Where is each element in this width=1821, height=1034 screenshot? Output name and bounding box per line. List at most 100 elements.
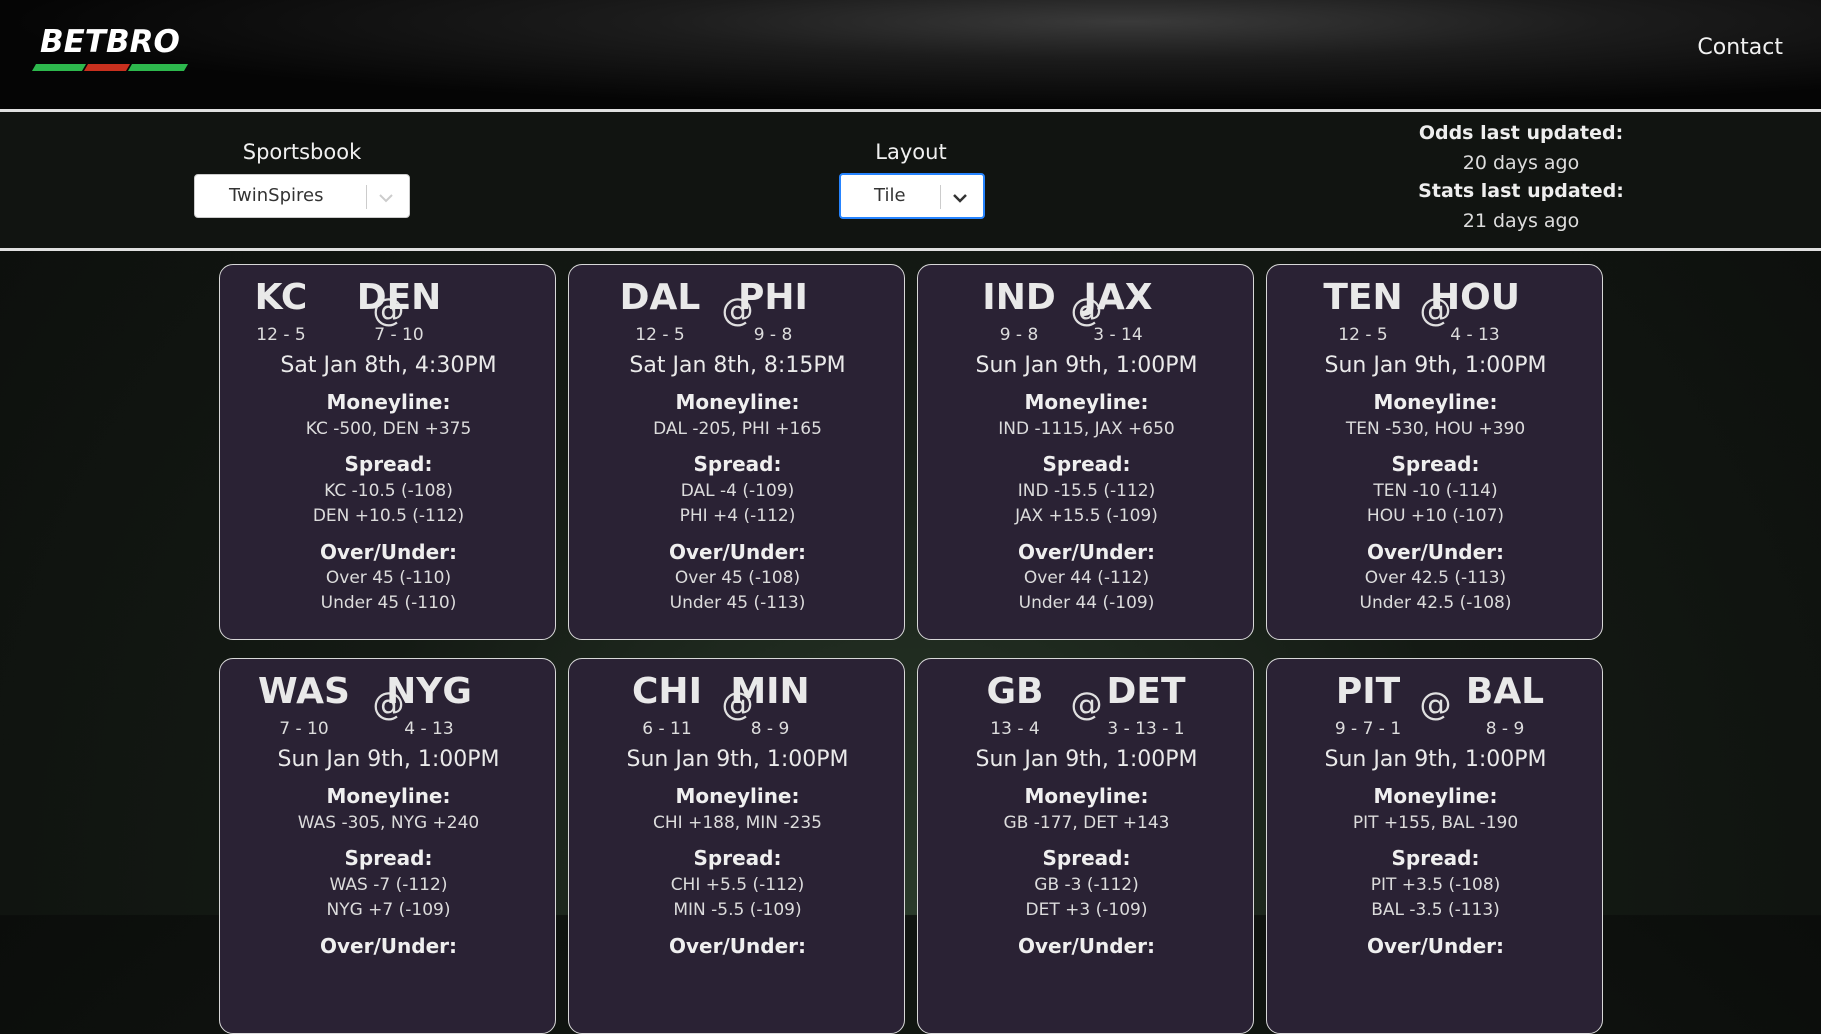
away-record: 13 - 4 — [990, 719, 1040, 739]
spread-away-value: PIT +3.5 (-108) — [1370, 875, 1501, 895]
moneyline-heading: Moneyline: — [1373, 390, 1498, 414]
contact-link[interactable]: Contact — [1697, 35, 1783, 60]
logo-stripe-green-2 — [127, 64, 189, 71]
home-record: 7 - 10 — [374, 325, 424, 345]
moneyline-heading: Moneyline: — [326, 390, 451, 414]
moneyline-value: TEN -530, HOU +390 — [1345, 419, 1526, 439]
game-datetime: Sat Jan 8th, 8:15PM — [629, 353, 846, 378]
top-header: BETBRO Contact — [0, 0, 1821, 109]
game-card[interactable]: TEN @ HOU 12 - 5 4 - 13 Sun Jan 9th, 1:0… — [1266, 264, 1603, 640]
home-record: 9 - 8 — [753, 325, 793, 345]
sportsbook-select[interactable]: TwinSpires — [194, 174, 410, 218]
game-card[interactable]: KC @ DEN 12 - 5 7 - 10 Sat Jan 8th, 4:30… — [219, 264, 556, 640]
over-under-heading: Over/Under: — [1018, 540, 1155, 564]
moneyline-heading: Moneyline: — [1024, 390, 1149, 414]
away-record: 6 - 11 — [642, 719, 692, 739]
sportsbook-select-separator — [366, 185, 367, 209]
odds-updated-label: Odds last updated: — [1418, 122, 1624, 144]
game-datetime: Sun Jan 9th, 1:00PM — [1324, 353, 1547, 378]
chevron-down-icon[interactable] — [950, 185, 970, 209]
sportsbook-select-value: TwinSpires — [229, 185, 324, 206]
moneyline-heading: Moneyline: — [1024, 784, 1149, 808]
away-record: 9 - 7 - 1 — [1334, 719, 1402, 739]
under-value: Under 44 (-109) — [1018, 593, 1155, 613]
layout-select-value: Tile — [874, 185, 906, 206]
moneyline-value: WAS -305, NYG +240 — [297, 813, 480, 833]
game-datetime: Sun Jan 9th, 1:00PM — [1324, 747, 1547, 772]
moneyline-value: IND -1115, JAX +650 — [998, 419, 1175, 439]
home-team: DEN — [356, 277, 442, 318]
under-value: Under 45 (-113) — [669, 593, 806, 613]
spread-heading: Spread: — [1391, 846, 1480, 870]
over-value: Over 45 (-110) — [325, 568, 452, 588]
game-card[interactable]: CHI @ MIN 6 - 11 8 - 9 Sun Jan 9th, 1:00… — [568, 658, 905, 1034]
moneyline-value: KC -500, DEN +375 — [305, 419, 472, 439]
over-value: Over 42.5 (-113) — [1364, 568, 1507, 588]
game-card[interactable]: DAL @ PHI 12 - 5 9 - 8 Sat Jan 8th, 8:15… — [568, 264, 905, 640]
spread-home-value: BAL -3.5 (-113) — [1371, 900, 1500, 920]
over-value: Over 45 (-108) — [674, 568, 801, 588]
spread-away-value: IND -15.5 (-112) — [1017, 481, 1156, 501]
home-record: 8 - 9 — [1485, 719, 1525, 739]
spread-heading: Spread: — [693, 846, 782, 870]
home-record: 8 - 9 — [750, 719, 790, 739]
home-team: DET — [1106, 671, 1186, 712]
under-value: Under 42.5 (-108) — [1359, 593, 1512, 613]
home-record: 4 - 13 — [404, 719, 454, 739]
home-team: JAX — [1083, 277, 1153, 318]
spread-home-value: JAX +15.5 (-109) — [1015, 506, 1158, 526]
spread-home-value: HOU +10 (-107) — [1366, 506, 1505, 526]
moneyline-heading: Moneyline: — [326, 784, 451, 808]
spread-home-value: DET +3 (-109) — [1025, 900, 1148, 920]
spread-heading: Spread: — [1042, 846, 1131, 870]
away-record: 12 - 5 — [1338, 325, 1388, 345]
spread-away-value: WAS -7 (-112) — [329, 875, 448, 895]
home-record: 3 - 13 - 1 — [1107, 719, 1185, 739]
spread-heading: Spread: — [1391, 452, 1480, 476]
spread-home-value: PHI +4 (-112) — [679, 506, 796, 526]
moneyline-heading: Moneyline: — [1373, 784, 1498, 808]
layout-label: Layout — [875, 140, 947, 164]
layout-select[interactable]: Tile — [839, 173, 985, 219]
chevron-down-icon[interactable] — [376, 185, 396, 209]
logo-stripe-green — [31, 64, 87, 71]
under-value: Under 45 (-110) — [320, 593, 457, 613]
spread-heading: Spread: — [344, 452, 433, 476]
home-team: HOU — [1430, 277, 1520, 318]
over-under-heading: Over/Under: — [1367, 540, 1504, 564]
game-card[interactable]: PIT @ BAL 9 - 7 - 1 8 - 9 Sun Jan 9th, 1… — [1266, 658, 1603, 1034]
stats-updated-value: 21 days ago — [1462, 210, 1580, 232]
home-team: PHI — [738, 277, 808, 318]
game-datetime: Sun Jan 9th, 1:00PM — [277, 747, 500, 772]
game-card[interactable]: IND @ JAX 9 - 8 3 - 14 Sun Jan 9th, 1:00… — [917, 264, 1254, 640]
controls-bar: Sportsbook TwinSpires Layout Tile Odds l… — [0, 112, 1821, 248]
moneyline-value: DAL -205, PHI +165 — [653, 419, 822, 439]
home-team: BAL — [1465, 671, 1545, 712]
home-team: NYG — [386, 671, 472, 712]
moneyline-value: PIT +155, BAL -190 — [1352, 813, 1519, 833]
spread-heading: Spread: — [693, 452, 782, 476]
away-record: 12 - 5 — [256, 325, 306, 345]
game-card[interactable]: GB @ DET 13 - 4 3 - 13 - 1 Sun Jan 9th, … — [917, 658, 1254, 1034]
home-team: MIN — [730, 671, 810, 712]
logo-stripe-red — [83, 64, 131, 71]
spread-away-value: CHI +5.5 (-112) — [670, 875, 805, 895]
game-datetime: Sun Jan 9th, 1:00PM — [975, 747, 1198, 772]
home-record: 3 - 14 — [1093, 325, 1143, 345]
odds-updated-value: 20 days ago — [1462, 152, 1580, 174]
home-record: 4 - 13 — [1450, 325, 1500, 345]
betbro-logo[interactable]: BETBRO — [30, 24, 190, 76]
moneyline-value: CHI +188, MIN -235 — [653, 813, 822, 833]
logo-text: BETBRO — [40, 24, 180, 60]
moneyline-heading: Moneyline: — [675, 784, 800, 808]
spread-home-value: DEN +10.5 (-112) — [312, 506, 465, 526]
spread-heading: Spread: — [1042, 452, 1131, 476]
game-card[interactable]: WAS @ NYG 7 - 10 4 - 13 Sun Jan 9th, 1:0… — [219, 658, 556, 1034]
spread-away-value: GB -3 (-112) — [1034, 875, 1139, 895]
over-under-heading: Over/Under: — [320, 540, 457, 564]
over-value: Over 44 (-112) — [1023, 568, 1150, 588]
over-under-heading: Over/Under: — [1018, 934, 1155, 958]
moneyline-value: GB -177, DET +143 — [1003, 813, 1170, 833]
spread-away-value: KC -10.5 (-108) — [324, 481, 453, 501]
over-under-heading: Over/Under: — [669, 540, 806, 564]
